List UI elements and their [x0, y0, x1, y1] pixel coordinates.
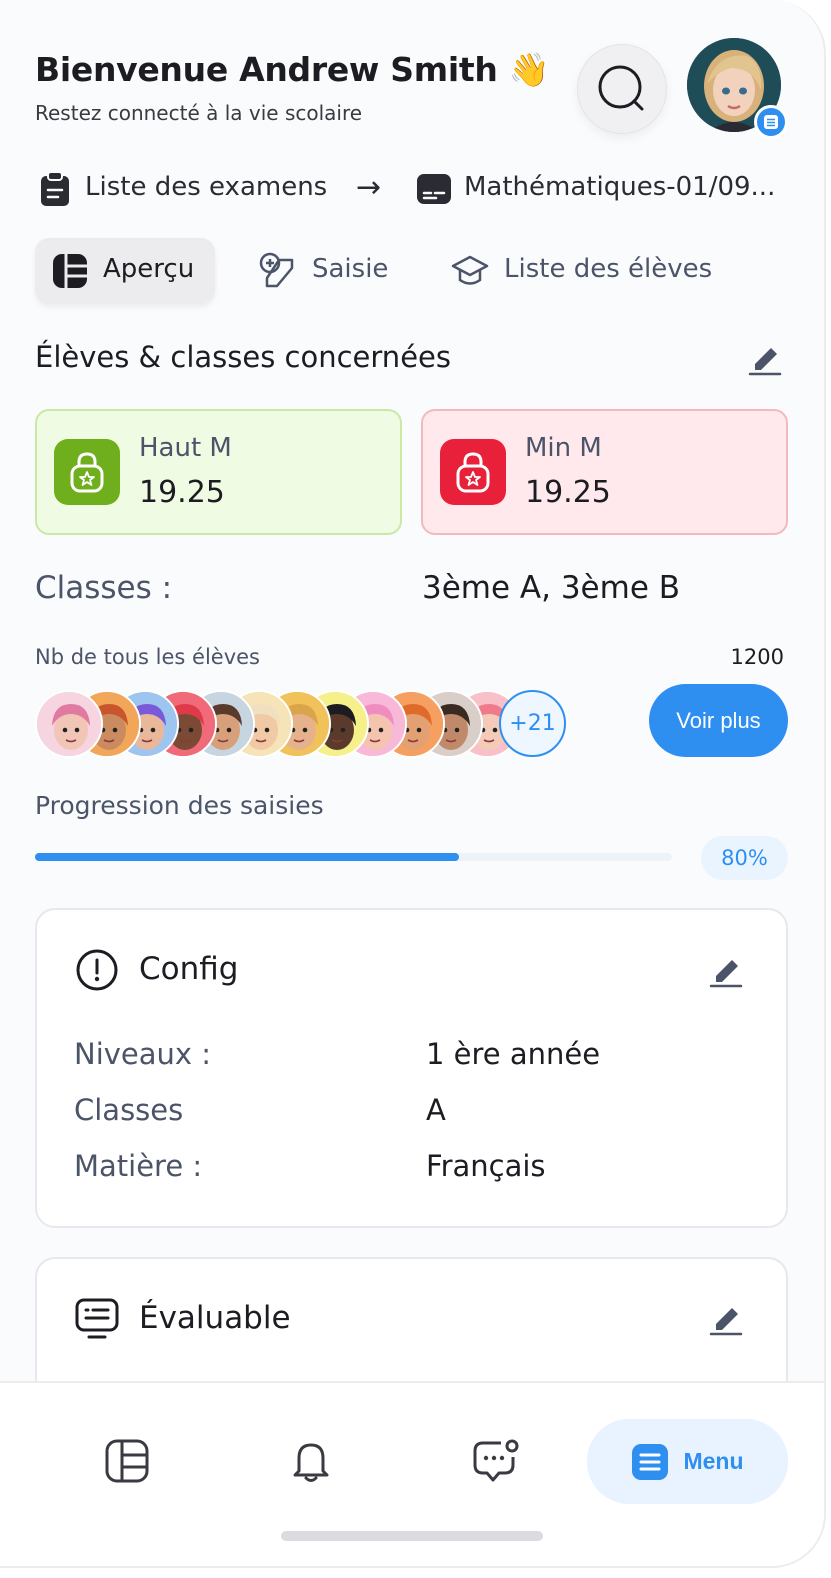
nav-dashboard[interactable]	[99, 1433, 155, 1489]
list-icon	[764, 115, 778, 129]
config-class-key: Classes	[74, 1093, 184, 1127]
evaluable-title: Évaluable	[139, 1300, 291, 1336]
tab-apercu-label: Aperçu	[103, 254, 195, 284]
stat-low-label: Min M	[525, 433, 602, 463]
config-level-value: 1 ère année	[426, 1037, 601, 1071]
progress-bar-fill	[35, 853, 460, 861]
arrow-right-icon: →	[356, 170, 382, 205]
shapes-edit-icon[interactable]	[259, 252, 297, 290]
menu-icon	[632, 1443, 669, 1480]
students-count-value: 1200	[730, 645, 784, 669]
tab-saisie[interactable]: Saisie	[312, 254, 388, 284]
wave-emoji: 👋	[508, 50, 550, 89]
config-subject-value: Français	[426, 1149, 546, 1183]
chat-icon	[473, 1439, 519, 1482]
lock-icon	[440, 439, 506, 505]
info-circle-icon	[76, 949, 118, 991]
search-icon	[598, 65, 644, 111]
menu-button[interactable]: Menu	[587, 1419, 788, 1504]
bell-icon	[293, 1443, 329, 1482]
greeting-text: Bienvenue Andrew Smith	[35, 50, 498, 89]
config-title: Config	[139, 951, 239, 987]
classes-value: 3ème A, 3ème B	[422, 570, 681, 606]
progress-bar	[35, 853, 672, 861]
home-indicator[interactable]	[281, 1531, 543, 1541]
notification-badge	[754, 105, 788, 139]
greeting-title: Bienvenue Andrew Smith 👋	[35, 50, 550, 90]
config-subject-key: Matière :	[74, 1149, 203, 1183]
search-button[interactable]	[577, 44, 667, 134]
stat-high-label: Haut M	[139, 433, 232, 463]
student-avatar[interactable]	[35, 690, 103, 758]
progress-percent: 80%	[701, 836, 788, 880]
edit-icon[interactable]	[747, 340, 783, 376]
section-title: Élèves & classes concernées	[35, 340, 451, 374]
greeting-subtitle: Restez connecté à la vie scolaire	[35, 101, 363, 125]
keyboard-monitor-icon	[75, 1298, 119, 1339]
graduation-cap-icon[interactable]	[451, 252, 489, 290]
config-class-value: A	[426, 1093, 446, 1127]
tab-liste-eleves[interactable]: Liste des élèves	[504, 254, 712, 284]
progress-label: Progression des saisies	[35, 791, 324, 820]
students-count-label: Nb de tous les élèves	[35, 645, 260, 669]
classes-label: Classes :	[35, 570, 173, 606]
stat-high-value: 19.25	[139, 475, 225, 510]
see-more-button[interactable]: Voir plus	[649, 684, 788, 757]
edit-icon[interactable]	[708, 1300, 744, 1336]
config-level-key: Niveaux :	[74, 1037, 212, 1071]
stat-low-value: 19.25	[525, 475, 611, 510]
nav-notifications[interactable]	[283, 1433, 339, 1489]
layout-icon	[53, 254, 87, 288]
lock-icon	[54, 439, 120, 505]
app-screen: Bienvenue Andrew Smith 👋 Restez connecté…	[0, 0, 826, 1568]
layout-icon	[105, 1439, 149, 1483]
more-students-badge[interactable]: +21	[499, 690, 566, 757]
clipboard-icon	[41, 171, 69, 206]
nav-messages[interactable]	[467, 1433, 523, 1489]
subtitles-icon	[417, 174, 451, 204]
breadcrumb-current[interactable]: Mathématiques-01/09...	[464, 172, 775, 202]
menu-label: Menu	[683, 1448, 744, 1474]
breadcrumb-exam-list[interactable]: Liste des examens	[85, 172, 327, 202]
edit-icon[interactable]	[708, 952, 744, 988]
